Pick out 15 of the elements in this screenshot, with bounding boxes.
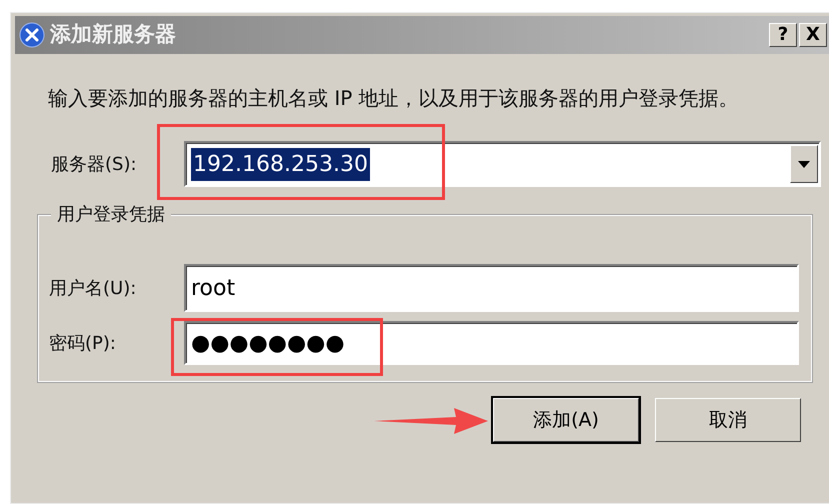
dropdown-button[interactable] [790,145,818,183]
password-field[interactable]: ●●●●●●●● [184,321,799,365]
description-text: 输入要添加的服务器的主机名或 IP 地址，以及用于该服务器的用户登录凭据。 [48,85,740,112]
add-button[interactable]: 添加(A) [493,398,639,442]
window-title: 添加新服务器 [50,21,176,48]
server-combo-box[interactable]: 192.168.253.30 [184,141,821,187]
username-field[interactable]: root [184,264,799,312]
username-label: 用户名(U): [49,276,138,300]
password-label: 密码(P): [49,332,117,356]
help-button[interactable]: ? [769,23,797,47]
server-label: 服务器(S): [51,152,138,176]
cancel-button[interactable]: 取消 [655,398,801,442]
caret-icon [798,160,810,168]
app-icon [19,22,45,48]
close-button[interactable]: X [799,23,827,47]
